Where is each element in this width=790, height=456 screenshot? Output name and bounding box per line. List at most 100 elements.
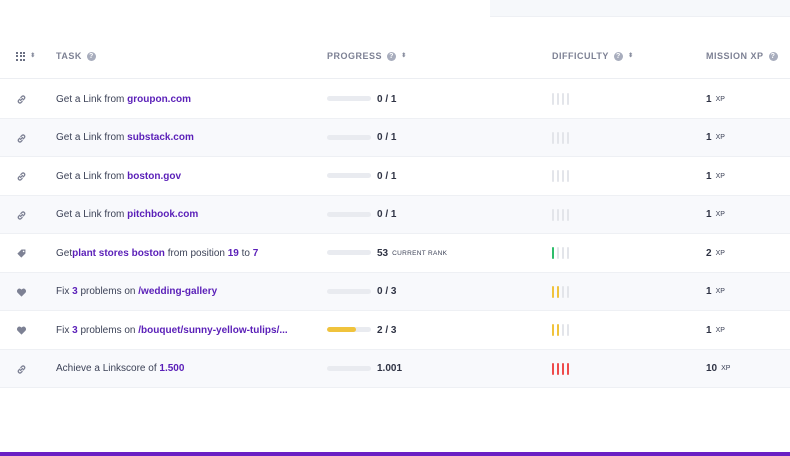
bottom-accent-bar [0, 452, 790, 456]
help-icon[interactable]: ? [86, 51, 96, 61]
difficulty-bar [562, 93, 564, 105]
column-settings-button[interactable]: ⬍ [16, 33, 36, 79]
difficulty-bar [567, 324, 569, 336]
progress-value: 0 / 1 [377, 80, 396, 118]
column-header-progress[interactable]: PROGRESS ? ⬍ [327, 33, 407, 79]
table-row[interactable]: Get a Link from groupon.com 0 / 1 1 XP [0, 80, 790, 119]
task-text: Get a Link from [56, 170, 128, 182]
task-text: Get [56, 247, 73, 259]
difficulty-bar [562, 285, 564, 298]
difficulty-bar [552, 362, 554, 375]
difficulty-bar [567, 208, 569, 221]
table-row[interactable]: Get a Link from substack.com 0 / 1 1 XP [0, 118, 790, 157]
column-header-difficulty[interactable]: DIFFICULTY ? ⬍ [552, 33, 634, 79]
task-cell: Get plant stores boston from position 19… [56, 234, 258, 272]
grid-icon [16, 51, 25, 61]
difficulty-bar [562, 247, 564, 259]
progress-text: 0 / 1 [377, 132, 397, 143]
difficulty-bar [557, 362, 559, 375]
task-text: Get a Link from [56, 93, 128, 105]
difficulty-bar [562, 208, 564, 221]
table-row[interactable]: Fix 3 problems on /wedding-gallery 0 / 3 1… [0, 272, 790, 311]
heart-icon [16, 325, 27, 336]
progress-value: 0 / 1 [377, 157, 396, 195]
xp-value: 10 [706, 363, 718, 374]
progress-value: 2 / 3 [377, 311, 396, 349]
task-page-link[interactable]: /wedding-gallery [138, 286, 217, 297]
mission-list: Get a Link from groupon.com 0 / 1 1 XP Get a… [0, 80, 790, 388]
xp-value: 1 [706, 209, 712, 220]
task-text: Get a Link from [56, 209, 128, 220]
task-link[interactable]: groupon.com [127, 94, 191, 105]
difficulty-bar [567, 362, 569, 375]
task-link[interactable]: substack.com [127, 132, 194, 143]
xp-value: 2 [706, 247, 712, 259]
column-header-progress-label: PROGRESS [327, 51, 383, 61]
difficulty-indicator [552, 208, 572, 221]
xp-unit: XP [715, 249, 725, 257]
difficulty-bar [552, 208, 554, 221]
sort-icon[interactable]: ⬍ [30, 53, 36, 59]
progress-text: 0 / 1 [377, 209, 397, 220]
sort-icon[interactable]: ⬍ [628, 53, 634, 59]
table-row[interactable]: Get plant stores boston from position 19… [0, 234, 790, 273]
progress-value: 0 / 1 [377, 196, 396, 234]
help-icon[interactable]: ? [613, 51, 623, 61]
task-keyword-link[interactable]: plant stores boston [72, 248, 165, 259]
help-icon[interactable]: ? [387, 51, 397, 61]
table-row[interactable]: Achieve a Linkscore of 1.500 1.001 10 XP [0, 349, 790, 388]
task-link[interactable]: 1.500 [159, 363, 184, 374]
task-cell: Fix 3 problems on /bouquet/sunny-yellow-… [56, 311, 288, 349]
difficulty-bar [567, 247, 569, 259]
task-text: Achieve a Linkscore of [56, 363, 160, 374]
mission-xp: 2 XP [706, 234, 725, 272]
mission-xp: 10 XP [706, 350, 730, 388]
task-text: Get a Link from [56, 132, 128, 143]
mission-xp: 1 XP [706, 119, 725, 157]
difficulty-bar [557, 131, 559, 144]
task-link[interactable]: boston.gov [127, 171, 181, 182]
tag-icon [16, 248, 27, 259]
column-header-mission-xp-label: MISSION XP [706, 51, 764, 61]
progress-bar [327, 288, 371, 294]
difficulty-bar [552, 324, 554, 336]
progress-text: 0 / 1 [377, 93, 397, 105]
task-number: 7 [252, 247, 259, 259]
link-icon [16, 171, 27, 182]
progress-value: 1.001 [377, 350, 402, 388]
difficulty-bar [557, 285, 559, 298]
mission-xp: 1 XP [706, 273, 725, 311]
sort-icon[interactable]: ⬍ [401, 53, 407, 59]
task-cell: Fix 3 problems on /wedding-gallery [56, 273, 217, 311]
difficulty-bar [557, 324, 559, 336]
progress-bar [327, 134, 371, 140]
task-text: Fix [56, 324, 73, 336]
table-row[interactable]: Get a Link from pitchbook.com 0 / 1 1 XP [0, 195, 790, 234]
difficulty-bar [562, 362, 564, 375]
progress-text: 53 [377, 247, 389, 259]
progress-value: 0 / 1 [377, 119, 396, 157]
mission-xp: 1 XP [706, 196, 725, 234]
progress-value: 0 / 3 [377, 273, 396, 311]
progress-bar [327, 211, 371, 217]
difficulty-indicator [552, 93, 572, 105]
xp-unit: XP [715, 172, 725, 180]
progress-text: 2 / 3 [377, 324, 397, 336]
task-page-link[interactable]: /bouquet/sunny-yellow-tulips/... [138, 325, 287, 336]
task-cell: Achieve a Linkscore of 1.500 [56, 350, 184, 388]
difficulty-bar [557, 93, 559, 105]
help-icon[interactable]: ? [768, 51, 778, 61]
task-text: to [238, 247, 253, 259]
difficulty-indicator [552, 362, 572, 375]
difficulty-bar [552, 93, 554, 105]
difficulty-bar [567, 131, 569, 144]
task-link[interactable]: pitchbook.com [127, 209, 198, 220]
xp-unit: XP [715, 134, 725, 141]
xp-value: 1 [706, 132, 712, 143]
difficulty-bar [567, 170, 569, 182]
xp-value: 1 [706, 286, 712, 297]
table-row[interactable]: Get a Link from boston.gov 0 / 1 1 XP [0, 157, 790, 196]
table-row[interactable]: Fix 3 problems on /bouquet/sunny-yellow-… [0, 311, 790, 350]
task-number: 19 [227, 247, 239, 259]
mission-xp: 1 XP [706, 80, 725, 118]
